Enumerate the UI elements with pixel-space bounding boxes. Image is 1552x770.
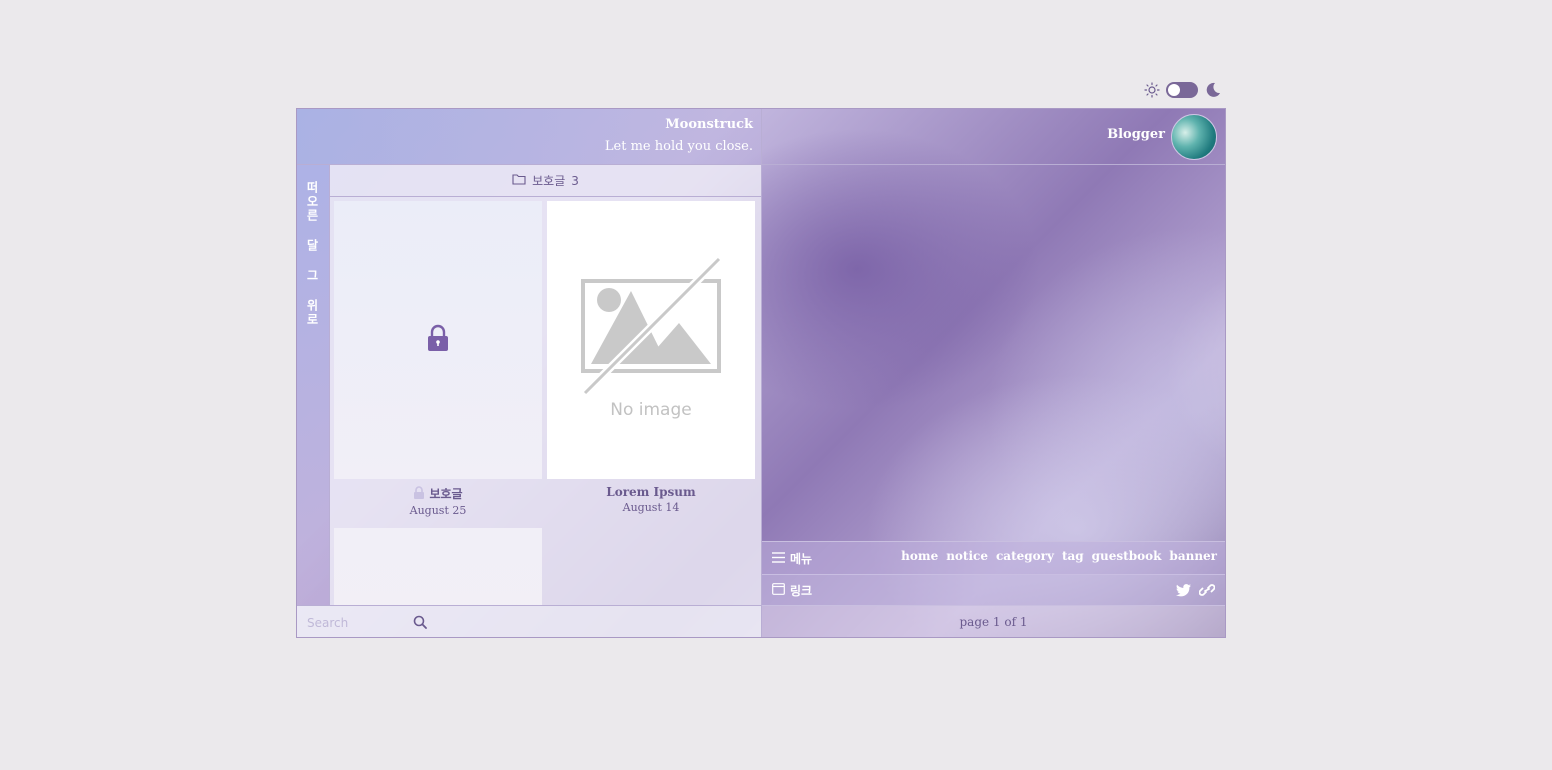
post-title[interactable]: Lorem Ipsum [547, 485, 755, 499]
pagination-text: page 1 of 1 [959, 615, 1028, 629]
post-thumbnail[interactable]: No image [547, 201, 755, 479]
post-title[interactable]: 보호글 [334, 485, 542, 502]
post-card[interactable] [334, 528, 542, 605]
blogger-name: Blogger [1107, 127, 1165, 142]
menu-item-notice[interactable]: notice [946, 549, 988, 563]
menu-item-home[interactable]: home [901, 549, 938, 563]
sun-icon[interactable] [1144, 82, 1160, 98]
menu-item-tag[interactable]: tag [1062, 549, 1084, 563]
post-date: August 25 [409, 504, 467, 517]
vertical-sidebar: 떠오른 달 그 위로 [297, 165, 330, 605]
theme-toggle [1144, 80, 1226, 100]
search-icon[interactable] [413, 614, 427, 633]
menu-label-text: 메뉴 [790, 552, 813, 566]
menu-bar: 메뉴 home notice category tag guestbook ba… [762, 541, 1225, 575]
blog-frame: Moonstruck Let me hold you close. Blogge… [296, 108, 1226, 638]
link-bar: 링크 [762, 574, 1225, 605]
hamburger-icon [772, 551, 785, 566]
window-icon [772, 583, 785, 598]
search-bar [297, 605, 762, 637]
menu-item-banner[interactable]: banner [1169, 549, 1217, 563]
post-card[interactable]: No image Lorem Ipsum August 14 [547, 201, 755, 514]
link-label-text: 링크 [790, 584, 813, 598]
post-card[interactable]: 보호글 August 25 [334, 201, 542, 517]
site-description: Let me hold you close. [604, 139, 753, 154]
menu-label[interactable]: 메뉴 [772, 550, 812, 567]
search-input[interactable] [305, 612, 409, 634]
pagination: page 1 of 1 [762, 605, 1225, 637]
link-icons [1176, 582, 1216, 601]
category-name: 보호글 [532, 174, 566, 188]
menu-item-guestbook[interactable]: guestbook [1092, 549, 1162, 563]
post-date: August 14 [622, 501, 680, 514]
category-header: 보호글 3 [330, 165, 761, 197]
site-header: Moonstruck Let me hold you close. [297, 109, 762, 165]
post-list: 보호글 3 보호글 August 25 No image Lorem Ipsum… [330, 165, 762, 605]
twitter-icon[interactable] [1176, 582, 1191, 601]
post-thumbnail-locked[interactable] [334, 201, 542, 479]
category-count: 3 [571, 173, 579, 188]
lock-icon [427, 324, 449, 356]
post-title-text: 보호글 [429, 487, 463, 501]
sidebar-vertical-text: 떠오른 달 그 위로 [305, 181, 319, 327]
lock-icon [413, 485, 425, 502]
dark-mode-switch[interactable] [1166, 82, 1198, 98]
moon-icon[interactable] [1204, 81, 1222, 99]
menu-links: home notice category tag guestbook banne… [901, 549, 1217, 563]
switch-knob [1168, 84, 1180, 96]
menu-item-category[interactable]: category [996, 549, 1054, 563]
avatar[interactable] [1171, 114, 1217, 160]
profile-header: Blogger [762, 109, 1225, 165]
site-title[interactable]: Moonstruck [665, 117, 753, 132]
link-icon[interactable] [1198, 582, 1216, 601]
folder-icon [512, 173, 526, 188]
link-label[interactable]: 링크 [772, 582, 812, 599]
no-image-label: No image [610, 400, 692, 420]
post-thumbnail[interactable] [334, 528, 542, 605]
